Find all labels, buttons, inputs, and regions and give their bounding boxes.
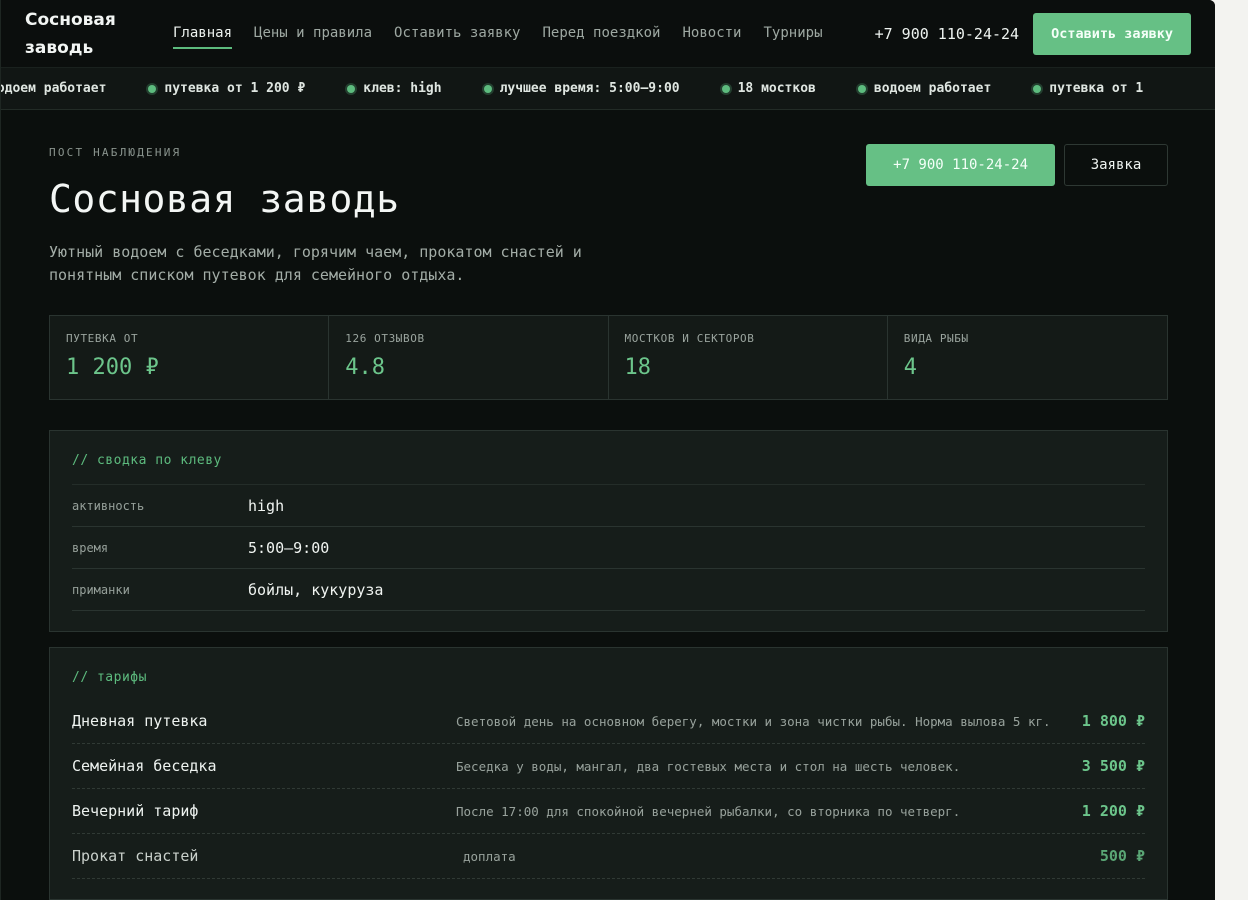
nav-home[interactable]: Главная — [173, 21, 233, 49]
bite-row-activity: активность high — [72, 485, 1145, 527]
stat-label: ПУТЕВКА ОТ — [66, 332, 139, 345]
tariff-row: Дневная путевка Световой день на основно… — [72, 699, 1145, 744]
tariff-name: Дневная путевка — [72, 712, 208, 730]
logo-line-2: заводь — [25, 37, 94, 58]
stat-label: МОСТКОВ И СЕКТОРОВ — [624, 332, 755, 345]
tariff-row: Семейная беседка Беседка у воды, мангал,… — [72, 744, 1145, 789]
tariff-row: Прокат снастей доплата 500 ₽ — [72, 834, 1145, 879]
ticker-item: лучшее время: 5:00–9:00 — [483, 81, 680, 96]
ticker-text: путевка от 1 200 ₽ — [164, 81, 306, 96]
stat-value: 4 — [903, 355, 917, 380]
status-dot-icon — [721, 84, 730, 93]
stats-grid: ПУТЕВКА ОТ 1 200 ₽ 126 ОТЗЫВОВ 4.8 МОСТК… — [49, 315, 1168, 400]
header-request-button[interactable]: Оставить заявку — [1033, 12, 1191, 55]
stat-value: 4.8 — [345, 355, 385, 380]
ticker-text: водоем работает — [1, 81, 107, 96]
nav-tournaments[interactable]: Турниры — [764, 21, 823, 47]
tariff-price: 1 200 ₽ — [1081, 802, 1145, 820]
stat-piers: МОСТКОВ И СЕКТОРОВ 18 — [609, 316, 888, 399]
ticker-text: путевка от 1 — [1049, 81, 1144, 96]
ticker-text: лучшее время: 5:00–9:00 — [499, 81, 680, 96]
hero-phone-button[interactable]: +7 900 110-24-24 — [866, 144, 1055, 186]
hero-section: ПОСТ НАБЛЮДЕНИЯ Сосновая заводь Уютный в… — [1, 110, 1215, 287]
status-dot-icon — [347, 84, 356, 93]
bite-summary-list: активность high время 5:00–9:00 приманки… — [72, 484, 1145, 611]
ticker-item: клев: high — [347, 81, 442, 96]
tariffs-panel: // тарифы Дневная путевка Световой день … — [49, 647, 1168, 900]
tariff-name: Семейная беседка — [72, 757, 217, 775]
tariff-desc: доплата — [463, 849, 516, 864]
hero-request-button[interactable]: Заявка — [1064, 144, 1168, 186]
ticker-text: клев: high — [363, 81, 442, 96]
nav-before-trip[interactable]: Перед поездкой — [542, 21, 660, 47]
row-value: бойлы, кукуруза — [248, 580, 384, 599]
status-dot-icon — [1033, 84, 1042, 93]
logo-line-1: Сосновая — [25, 9, 116, 30]
tariff-price: 500 ₽ — [1099, 847, 1145, 865]
status-ticker: водоем работает путевка от 1 200 ₽ клев: h… — [1, 68, 1215, 110]
row-key: время — [72, 540, 109, 555]
ticker-item: водоем работает — [1, 81, 106, 96]
ticker-text: водоем работает — [873, 81, 992, 96]
header-phone[interactable]: +7 900 110-24-24 — [875, 25, 1020, 43]
status-dot-icon — [483, 84, 492, 93]
hero-actions: +7 900 110-24-24 Заявка — [866, 144, 1168, 186]
row-value: high — [248, 496, 285, 515]
row-key: приманки — [72, 582, 130, 597]
ticker-text: 18 мостков — [737, 81, 816, 96]
tariff-desc: После 17:00 для спокойной вечерней рыбал… — [456, 804, 961, 819]
status-dot-icon — [148, 84, 157, 93]
stat-label: 126 ОТЗЫВОВ — [345, 332, 425, 345]
ticker-track: водоем работает путевка от 1 200 ₽ клев: h… — [1, 81, 1185, 96]
row-key: активность — [72, 498, 145, 513]
nav-prices[interactable]: Цены и правила — [254, 21, 372, 47]
stat-price: ПУТЕВКА ОТ 1 200 ₽ — [50, 316, 330, 399]
ticker-item: 18 мостков — [721, 81, 816, 96]
hero-lead: Уютный водоем с беседками, горячим чаем,… — [49, 243, 582, 284]
nav-news[interactable]: Новости — [682, 21, 741, 47]
stat-value: 1 200 ₽ — [66, 355, 159, 380]
tariff-desc: Световой день на основном берегу, мостки… — [456, 714, 1051, 729]
status-dot-icon — [857, 84, 866, 93]
ticker-item: путевка от 1 — [1033, 81, 1143, 96]
row-value: 5:00–9:00 — [248, 538, 330, 557]
tariff-row: Вечерний тариф После 17:00 для спокойной… — [72, 789, 1145, 834]
tariff-price: 1 800 ₽ — [1081, 712, 1145, 730]
tariff-price: 3 500 ₽ — [1081, 757, 1145, 775]
stat-value: 18 — [624, 355, 652, 380]
tariff-desc: Беседка у воды, мангал, два гостевых мес… — [456, 759, 961, 774]
tariff-name: Прокат снастей — [72, 847, 199, 865]
ticker-item: водоем работает — [857, 81, 992, 96]
tariff-name: Вечерний тариф — [72, 802, 199, 820]
bite-row-time: время 5:00–9:00 — [72, 527, 1145, 569]
site-header: Сосновая заводь Главная Цены и правила О… — [1, 0, 1215, 68]
bite-summary-title: // сводка по клеву — [72, 453, 222, 468]
bite-summary-panel: // сводка по клеву активность high время… — [49, 430, 1168, 632]
stat-fish: ВИДА РЫБЫ 4 — [888, 316, 1167, 399]
stat-reviews: 126 ОТЗЫВОВ 4.8 — [329, 316, 609, 399]
page-frame: Сосновая заводь Главная Цены и правила О… — [0, 0, 1215, 900]
site-logo[interactable]: Сосновая заводь — [25, 6, 173, 62]
nav-request[interactable]: Оставить заявку — [394, 21, 520, 47]
ticker-item: путевка от 1 200 ₽ — [148, 81, 305, 96]
tariffs-title: // тарифы — [72, 670, 147, 685]
stat-label: ВИДА РЫБЫ — [903, 332, 969, 345]
tariffs-list: Дневная путевка Световой день на основно… — [72, 699, 1145, 879]
bite-row-bait: приманки бойлы, кукуруза — [72, 569, 1145, 611]
main-nav: Главная Цены и правила Оставить заявку П… — [173, 21, 875, 49]
